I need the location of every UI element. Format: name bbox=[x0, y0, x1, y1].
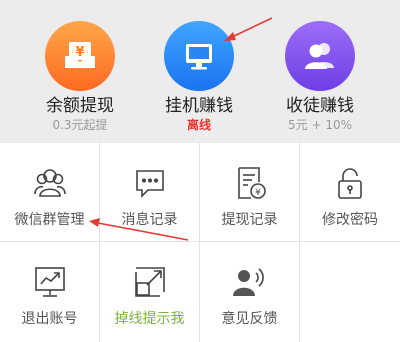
grid-item-label: 微信群管理 bbox=[14, 212, 85, 228]
feature-subtitle: 5元 + 10% bbox=[288, 118, 352, 132]
offline-alert-icon bbox=[100, 264, 199, 300]
grid-item-label: 修改密码 bbox=[322, 212, 378, 228]
svg-text:¥: ¥ bbox=[75, 45, 84, 60]
feedback-icon bbox=[200, 264, 299, 300]
feature-panel: ¥ 余额提现 0.3元起提 挂机赚钱 离线 收徒赚钱 5元 + 10% bbox=[0, 0, 400, 143]
grid-item-logout[interactable]: 退出账号 bbox=[0, 242, 100, 342]
grid-item-offline-alert[interactable]: 掉线提示我 bbox=[100, 242, 200, 342]
grid-item-change-password[interactable]: 修改密码 bbox=[300, 143, 400, 242]
grid-item-messages[interactable]: 消息记录 bbox=[100, 143, 200, 242]
grid-item-label: 退出账号 bbox=[21, 311, 78, 327]
grid-item-wechat-group[interactable]: 微信群管理 bbox=[0, 143, 100, 242]
feature-subtitle: 0.3元起提 bbox=[52, 118, 108, 132]
grid-item-feedback[interactable]: 意见反馈 bbox=[200, 242, 300, 342]
exit-chart-icon bbox=[0, 264, 99, 300]
feature-idle-earn[interactable]: 挂机赚钱 离线 bbox=[134, 21, 264, 133]
lock-icon bbox=[300, 165, 400, 201]
feature-title: 收徒赚钱 bbox=[286, 96, 354, 116]
receipt-yen-icon: ¥ bbox=[200, 165, 299, 201]
grid-item-withdraw-records[interactable]: ¥ 提现记录 bbox=[200, 143, 300, 242]
grid-item-label: 消息记录 bbox=[121, 212, 178, 228]
wallet-yen-icon: ¥ bbox=[45, 21, 115, 91]
grid-item-empty bbox=[300, 242, 400, 342]
monitor-icon bbox=[164, 21, 234, 91]
grid-item-label: 掉线提示我 bbox=[114, 311, 185, 327]
feature-withdraw-balance[interactable]: ¥ 余额提现 0.3元起提 bbox=[15, 21, 145, 133]
status-badge: 离线 bbox=[186, 118, 211, 132]
users-icon bbox=[285, 21, 355, 91]
grid-item-label: 意见反馈 bbox=[221, 311, 278, 327]
grid-item-label: 提现记录 bbox=[221, 212, 278, 228]
wechat-group-icon bbox=[0, 165, 99, 201]
menu-grid: 微信群管理 消息记录 ¥ 提现记录 修改密码 退出账号 掉线提示我 意见反馈 bbox=[0, 143, 400, 342]
feature-title: 余额提现 bbox=[46, 96, 114, 116]
message-icon bbox=[100, 165, 199, 201]
feature-recruit-earn[interactable]: 收徒赚钱 5元 + 10% bbox=[255, 21, 385, 133]
svg-text:¥: ¥ bbox=[255, 188, 261, 198]
feature-title: 挂机赚钱 bbox=[165, 96, 233, 116]
